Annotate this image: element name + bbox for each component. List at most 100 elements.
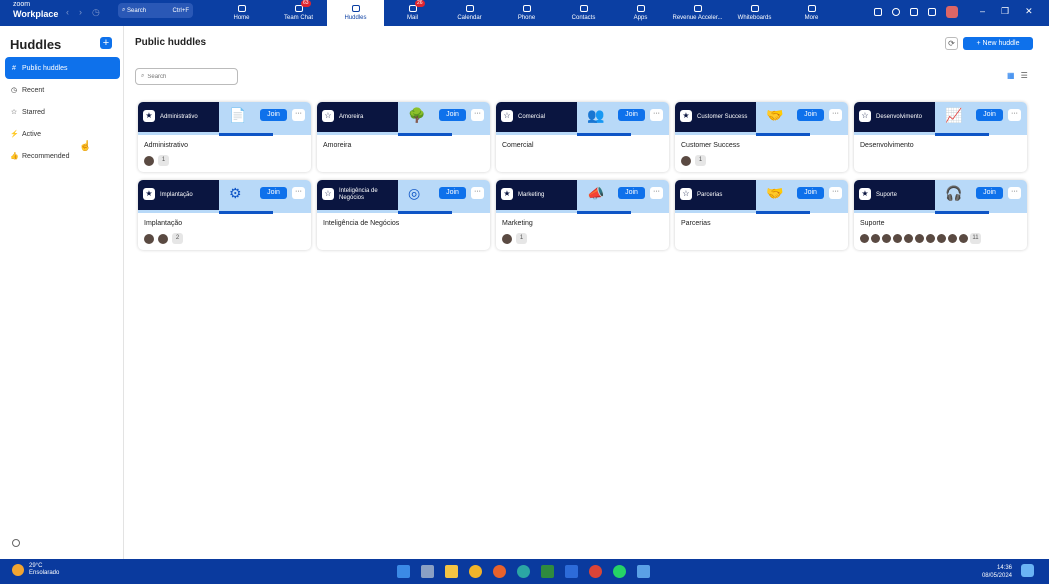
- sidebar-item-recommended[interactable]: 👍 Recommended: [5, 145, 120, 167]
- list-view-icon[interactable]: ☰: [1021, 71, 1028, 80]
- sidebar-item-active[interactable]: ⚡ Active: [5, 123, 120, 145]
- huddle-card[interactable]: ★ Suporte 🎧 Join ··· Suporte 11: [854, 180, 1027, 250]
- avatar[interactable]: [959, 234, 968, 243]
- new-huddle-button[interactable]: + New huddle: [963, 37, 1033, 50]
- more-options-button[interactable]: ···: [1008, 109, 1021, 121]
- huddle-card[interactable]: ☆ Parcerias 🤝 Join ··· Parcerias: [675, 180, 848, 250]
- huddle-card[interactable]: ☆ Desenvolvimento 📈 Join ··· Desenvolvimento: [854, 102, 1027, 172]
- tab-calendar[interactable]: Calendar: [441, 0, 498, 26]
- taskbar-clock[interactable]: 14:36 08/05/2024: [970, 564, 1012, 580]
- huddle-card[interactable]: ☆ Comercial 👥 Join ··· Comercial: [496, 102, 669, 172]
- huddle-card[interactable]: ★ Marketing 📣 Join ··· Marketing 1: [496, 180, 669, 250]
- minimize-icon[interactable]: –: [980, 6, 985, 17]
- huddle-card[interactable]: ☆ Inteligência de Negócios ◎ Join ··· Intelig…: [317, 180, 490, 250]
- star-icon[interactable]: ★: [501, 188, 513, 200]
- join-button[interactable]: Join: [439, 187, 466, 199]
- huddle-card[interactable]: ☆ Amoreira 🌳 Join ··· Amoreira: [317, 102, 490, 172]
- recycle-app-icon[interactable]: [541, 565, 554, 578]
- more-options-button[interactable]: ···: [829, 109, 842, 121]
- huddle-card[interactable]: ★ Customer Success 🤝 Join ··· Customer Succes…: [675, 102, 848, 172]
- whatsapp-icon[interactable]: [613, 565, 626, 578]
- join-button[interactable]: Join: [976, 109, 1003, 121]
- avatar[interactable]: [926, 234, 935, 243]
- tab-huddles[interactable]: Huddles: [327, 0, 384, 26]
- storage-icon[interactable]: [874, 8, 882, 16]
- star-icon[interactable]: ☆: [322, 110, 334, 122]
- zoom-workplace-logo[interactable]: zoom Workplace: [13, 1, 58, 19]
- more-options-button[interactable]: ···: [471, 187, 484, 199]
- zoom-app-icon[interactable]: [565, 565, 578, 578]
- star-icon[interactable]: ★: [143, 188, 155, 200]
- chrome-icon[interactable]: [589, 565, 602, 578]
- avatar[interactable]: [144, 155, 154, 166]
- restore-icon[interactable]: ❐: [1001, 6, 1009, 17]
- more-options-button[interactable]: ···: [292, 187, 305, 199]
- file-explorer-icon[interactable]: [445, 565, 458, 578]
- window-icon[interactable]: [928, 8, 936, 16]
- join-button[interactable]: Join: [797, 109, 824, 121]
- history-arrows[interactable]: ‹›◷: [66, 7, 110, 18]
- avatar[interactable]: [502, 233, 512, 244]
- firefox-icon[interactable]: [493, 565, 506, 578]
- star-icon[interactable]: ☆: [322, 188, 334, 200]
- join-button[interactable]: Join: [976, 187, 1003, 199]
- more-options-button[interactable]: ···: [650, 187, 663, 199]
- tab-team-chat[interactable]: Team Chat 63: [270, 0, 327, 26]
- more-options-button[interactable]: ···: [292, 109, 305, 121]
- task-view-icon[interactable]: [421, 565, 434, 578]
- join-button[interactable]: Join: [439, 109, 466, 121]
- star-icon[interactable]: ☆: [501, 110, 513, 122]
- avatar[interactable]: [681, 155, 691, 166]
- status-icon[interactable]: [12, 539, 20, 547]
- refresh-button[interactable]: ⟳: [945, 37, 958, 50]
- huddle-search-input[interactable]: [147, 73, 228, 80]
- avatar[interactable]: [937, 234, 946, 243]
- avatar[interactable]: [948, 234, 957, 243]
- tab-contacts[interactable]: Contacts: [555, 0, 612, 26]
- top-search-box[interactable]: ⌕ Search Ctrl+F: [118, 3, 193, 18]
- avatar[interactable]: [915, 234, 924, 243]
- avatar[interactable]: [871, 234, 880, 243]
- tab-revenue-acceler[interactable]: Revenue Acceler...: [669, 0, 726, 26]
- add-huddle-button[interactable]: +: [100, 37, 112, 49]
- help-icon[interactable]: [892, 8, 900, 16]
- more-options-button[interactable]: ···: [471, 109, 484, 121]
- join-button[interactable]: Join: [797, 187, 824, 199]
- join-button[interactable]: Join: [260, 109, 287, 121]
- tab-whiteboards[interactable]: Whiteboards: [726, 0, 783, 26]
- tab-apps[interactable]: Apps: [612, 0, 669, 26]
- star-icon[interactable]: ☆: [680, 188, 692, 200]
- huddle-card[interactable]: ★ Administrativo 📄 Join ··· Administrativo 1: [138, 102, 311, 172]
- avatar[interactable]: [860, 234, 869, 243]
- huddle-card[interactable]: ★ Implantação ⚙ Join ··· Implantação 2: [138, 180, 311, 250]
- more-options-button[interactable]: ···: [1008, 187, 1021, 199]
- notification-bell-icon[interactable]: [910, 8, 918, 16]
- user-avatar[interactable]: [946, 6, 958, 18]
- edge-icon[interactable]: [517, 565, 530, 578]
- tab-mail[interactable]: Mail 26: [384, 0, 441, 26]
- grid-view-icon[interactable]: ▦: [1007, 71, 1015, 80]
- tab-phone[interactable]: Phone: [498, 0, 555, 26]
- avatar[interactable]: [893, 234, 902, 243]
- sidebar-item-recent[interactable]: ◷ Recent: [5, 79, 120, 101]
- close-icon[interactable]: ✕: [1025, 6, 1033, 17]
- notepad-icon[interactable]: [637, 565, 650, 578]
- star-icon[interactable]: ★: [143, 110, 155, 122]
- copilot-icon[interactable]: [1021, 564, 1034, 577]
- join-button[interactable]: Join: [618, 187, 645, 199]
- more-options-button[interactable]: ···: [650, 109, 663, 121]
- avatar[interactable]: [882, 234, 891, 243]
- avatar[interactable]: [144, 233, 154, 244]
- star-icon[interactable]: ☆: [859, 110, 871, 122]
- more-options-button[interactable]: ···: [829, 187, 842, 199]
- tab-more[interactable]: More: [783, 0, 840, 26]
- avatar[interactable]: [158, 233, 168, 244]
- start-icon[interactable]: [397, 565, 410, 578]
- sidebar-item-starred[interactable]: ☆ Starred: [5, 101, 120, 123]
- avatar[interactable]: [904, 234, 913, 243]
- weather-widget[interactable]: 29°C Ensolarado: [12, 563, 59, 577]
- sidebar-item-public-huddles[interactable]: # Public huddles: [5, 57, 120, 79]
- star-icon[interactable]: ★: [680, 110, 692, 122]
- join-button[interactable]: Join: [618, 109, 645, 121]
- join-button[interactable]: Join: [260, 187, 287, 199]
